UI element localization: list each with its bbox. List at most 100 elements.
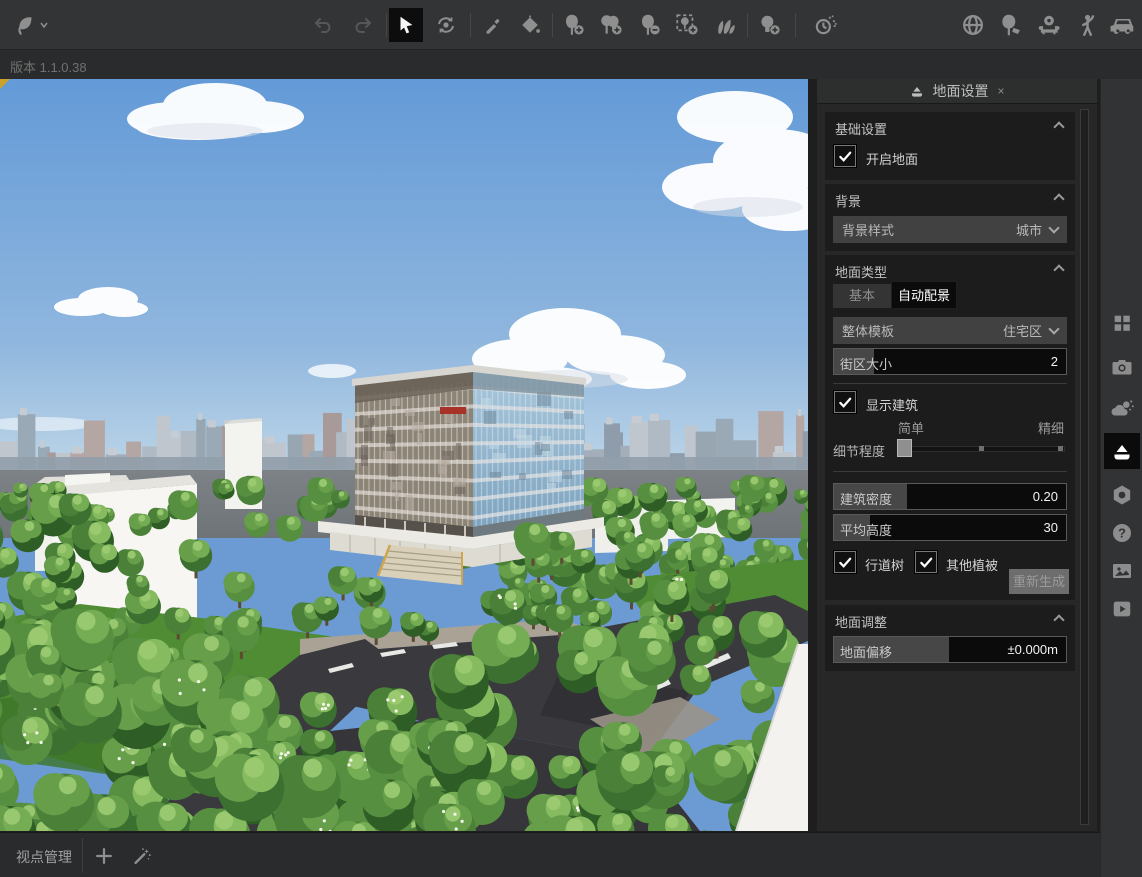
tab-basic[interactable]: 基本 xyxy=(833,284,891,308)
render-video-button[interactable] xyxy=(1104,593,1140,625)
vehicle-asset-icon xyxy=(1110,12,1136,38)
street-trees-checkbox[interactable] xyxy=(834,551,856,573)
assets-grid-button[interactable] xyxy=(1104,307,1140,339)
detail-level-slider-handle[interactable] xyxy=(897,439,912,457)
eyedropper-button[interactable] xyxy=(476,8,510,42)
settings-nut-icon xyxy=(1110,483,1134,507)
check-icon xyxy=(838,395,853,410)
add-tree-icon xyxy=(560,12,586,38)
viewpoint-manager-tab[interactable]: 视点管理 xyxy=(16,847,72,867)
render-image-button[interactable] xyxy=(1104,555,1140,587)
block-size-value: 2 xyxy=(1051,354,1058,369)
building-density-field[interactable]: 建筑密度 0.20 xyxy=(833,483,1067,510)
detail-min-label: 简单 xyxy=(898,418,924,437)
slider-tick xyxy=(1058,446,1063,451)
sun-time-icon xyxy=(812,12,838,38)
section-basic-settings: 基础设置 开启地面 xyxy=(825,112,1075,180)
vegetation-asset-icon xyxy=(998,12,1024,38)
ai-wand-button[interactable] xyxy=(128,842,156,870)
ground-offset-field[interactable]: 地面偏移 ±0.000m xyxy=(833,636,1067,663)
other-vegetation-checkbox[interactable] xyxy=(915,551,937,573)
section-ground-adjust-header[interactable]: 地面调整 xyxy=(835,612,1065,628)
add-light-button[interactable] xyxy=(752,8,786,42)
add-viewpoint-button[interactable] xyxy=(90,842,118,870)
undo-icon xyxy=(311,13,335,37)
character-asset-icon xyxy=(1074,12,1100,38)
panel-close-icon[interactable]: × xyxy=(997,84,1004,98)
add-grass-button[interactable] xyxy=(708,8,742,42)
help-icon: ? xyxy=(1110,521,1134,545)
other-vegetation-label: 其他植被 xyxy=(946,555,998,574)
area-vegetation-button[interactable] xyxy=(670,8,704,42)
panel-title-text: 地面设置 xyxy=(932,81,988,101)
eyedropper-icon xyxy=(482,14,504,36)
remove-tree-button[interactable] xyxy=(632,8,666,42)
ground-offset-label: 地面偏移 xyxy=(840,642,892,661)
viewport-corner-flag xyxy=(0,79,10,89)
redo-icon xyxy=(351,13,375,37)
template-label: 整体模板 xyxy=(842,321,894,340)
character-asset-button[interactable] xyxy=(1070,8,1104,42)
weather-button[interactable] xyxy=(1104,393,1140,425)
section-background: 背景 背景样式 城市 xyxy=(825,184,1075,251)
app-logo-icon xyxy=(12,12,38,38)
regenerate-button[interactable]: 重新生成 xyxy=(1009,569,1069,594)
remove-tree-icon xyxy=(636,12,662,38)
ground-settings-panel: 地面设置 × 基础设置 开启地面 背景 背景样式 城市 地面类型 基本 自动配景… xyxy=(817,79,1097,831)
panel-scrollbar[interactable] xyxy=(1080,109,1089,825)
select-cursor-button[interactable] xyxy=(389,8,423,42)
show-buildings-checkbox[interactable] xyxy=(834,391,856,413)
avg-height-value: 30 xyxy=(1044,520,1058,535)
sky-globe-icon xyxy=(960,12,986,38)
ground-settings-icon xyxy=(1110,439,1134,463)
ground-settings-icon xyxy=(909,83,925,99)
add-tree-button[interactable] xyxy=(556,8,590,42)
version-label: 版本 1.1.0.38 xyxy=(10,57,87,76)
street-trees-label: 行道树 xyxy=(865,555,904,574)
add-tree-group-button[interactable] xyxy=(594,8,628,42)
orbit-icon xyxy=(434,13,458,37)
paint-bucket-icon xyxy=(519,14,541,36)
vegetation-asset-button[interactable] xyxy=(994,8,1028,42)
section-background-header[interactable]: 背景 xyxy=(835,191,1065,207)
viewport-render xyxy=(0,79,808,831)
help-button[interactable]: ? xyxy=(1104,517,1140,549)
orbit-tool-button[interactable] xyxy=(429,8,463,42)
background-style-dropdown[interactable]: 背景样式 城市 xyxy=(833,216,1067,243)
bottom-bar: 视点管理 xyxy=(0,832,1100,877)
logo-chevron-down-icon[interactable] xyxy=(36,8,52,42)
template-dropdown[interactable]: 整体模板 住宅区 xyxy=(833,317,1067,344)
viewport-3d[interactable] xyxy=(0,79,808,831)
building-density-value: 0.20 xyxy=(1033,489,1058,504)
divider xyxy=(82,838,83,873)
weather-icon xyxy=(1109,396,1135,422)
section-basic-header[interactable]: 基础设置 xyxy=(835,119,1065,135)
check-icon xyxy=(838,555,853,570)
section-ground-type-header[interactable]: 地面类型 xyxy=(835,262,1065,278)
render-settings-button[interactable] xyxy=(1104,479,1140,511)
area-vegetation-icon xyxy=(674,12,700,38)
screenshot-camera-button[interactable] xyxy=(1104,351,1140,383)
template-value: 住宅区 xyxy=(1003,321,1042,340)
chevron-down-icon xyxy=(1048,222,1059,233)
furniture-asset-button[interactable] xyxy=(1032,8,1066,42)
show-buildings-label: 显示建筑 xyxy=(866,395,918,414)
block-size-field[interactable]: 街区大小 2 xyxy=(833,348,1067,375)
panel-tab-ground-settings[interactable]: 地面设置 × xyxy=(817,79,1097,104)
top-toolbar xyxy=(0,0,1142,50)
section-ground-adjust: 地面调整 地面偏移 ±0.000m xyxy=(825,605,1075,671)
add-tree-group-icon xyxy=(598,12,624,38)
avg-height-field[interactable]: 平均高度 30 xyxy=(833,514,1067,541)
vehicle-asset-button[interactable] xyxy=(1106,8,1140,42)
enable-ground-checkbox[interactable] xyxy=(834,145,856,167)
tab-auto-scenery[interactable]: 自动配景 xyxy=(891,281,957,309)
redo-button[interactable] xyxy=(346,8,380,42)
sun-time-button[interactable] xyxy=(808,8,842,42)
sky-globe-button[interactable] xyxy=(956,8,990,42)
magic-wand-icon xyxy=(131,845,153,867)
background-style-value: 城市 xyxy=(1016,220,1042,239)
undo-button[interactable] xyxy=(306,8,340,42)
paint-bucket-button[interactable] xyxy=(513,8,547,42)
plus-icon xyxy=(93,845,115,867)
ground-settings-button[interactable] xyxy=(1104,433,1140,469)
